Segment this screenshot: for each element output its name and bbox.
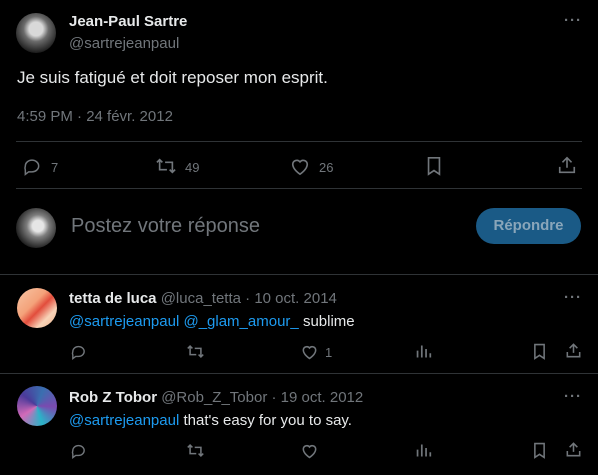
mention-link[interactable]: @_glam_amour_ — [183, 313, 298, 330]
reply-text: @sartrejeanpaul that's easy for you to s… — [69, 412, 352, 429]
mention-link[interactable]: @sartrejeanpaul — [69, 313, 179, 330]
reply-body: sublime — [302, 313, 355, 330]
bookmark-icon[interactable] — [425, 156, 443, 176]
like-icon[interactable] — [300, 343, 319, 360]
reply-text: @sartrejeanpaul @_glam_amour_ sublime — [69, 313, 355, 330]
more-icon[interactable]: ··· — [564, 289, 582, 306]
divider — [0, 274, 598, 275]
reply-avatar[interactable] — [17, 288, 57, 328]
like-count: 26 — [319, 160, 334, 175]
share-icon[interactable] — [565, 342, 582, 359]
reply-body: that's easy for you to say. — [183, 412, 352, 429]
reply-icon[interactable] — [22, 156, 42, 176]
author-name[interactable]: Jean-Paul Sartre — [69, 13, 187, 30]
views-icon[interactable] — [415, 442, 432, 459]
reply-button[interactable]: Répondre — [476, 208, 581, 244]
divider — [0, 373, 598, 374]
author-avatar[interactable] — [16, 13, 56, 53]
like-icon[interactable] — [289, 156, 311, 176]
divider — [16, 188, 582, 189]
bookmark-icon[interactable] — [532, 442, 547, 459]
reply-count: 7 — [51, 160, 59, 175]
mention-link[interactable]: @sartrejeanpaul — [69, 412, 179, 429]
retweet-count: 49 — [185, 160, 200, 175]
reply-author-name[interactable]: tetta de luca — [69, 290, 157, 307]
reply-date[interactable]: · 10 oct. 2014 — [245, 290, 337, 307]
reply-author-handle[interactable]: @Rob_Z_Tobor — [161, 389, 267, 406]
reply-author-handle[interactable]: @luca_tetta — [161, 290, 241, 307]
author-handle[interactable]: @sartrejeanpaul — [69, 35, 179, 52]
reply-input[interactable]: Postez votre réponse — [71, 215, 260, 238]
reply-avatar[interactable] — [17, 386, 57, 426]
user-avatar — [16, 208, 56, 248]
share-icon[interactable] — [557, 155, 577, 175]
views-icon[interactable] — [415, 343, 432, 360]
like-icon[interactable] — [300, 442, 319, 459]
retweet-icon[interactable] — [155, 156, 177, 176]
reply-author-name[interactable]: Rob Z Tobor — [69, 389, 157, 406]
reply-date[interactable]: · 19 oct. 2012 — [272, 389, 364, 406]
reply-icon[interactable] — [70, 442, 87, 459]
retweet-icon[interactable] — [186, 442, 205, 459]
more-icon[interactable]: ··· — [564, 388, 582, 405]
reply-header: Rob Z Tobor @Rob_Z_Tobor · 19 oct. 2012 — [69, 389, 363, 406]
reply-header: tetta de luca @luca_tetta · 10 oct. 2014 — [69, 290, 337, 307]
share-icon[interactable] — [565, 441, 582, 458]
more-icon[interactable]: ··· — [564, 12, 582, 29]
bookmark-icon[interactable] — [532, 343, 547, 360]
like-count: 1 — [325, 345, 333, 360]
divider — [16, 141, 582, 142]
tweet-text: Je suis fatigué et doit reposer mon espr… — [17, 68, 328, 87]
reply-icon[interactable] — [70, 343, 87, 360]
retweet-icon[interactable] — [186, 343, 205, 360]
tweet-timestamp[interactable]: 4:59 PM · 24 févr. 2012 — [17, 108, 173, 125]
